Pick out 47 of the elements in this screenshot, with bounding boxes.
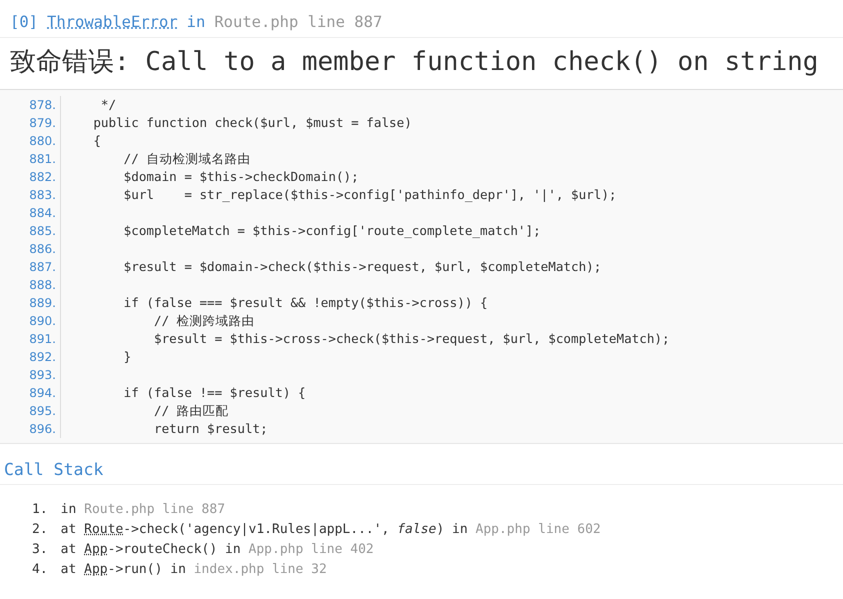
code-line: return $result; bbox=[152, 421, 268, 436]
stack-item-number: 3. bbox=[32, 541, 48, 559]
code-line: // 自动检测域名路由 bbox=[122, 151, 250, 166]
call-stack-title: Call Stack bbox=[0, 444, 843, 485]
line-number: 885. bbox=[28, 223, 56, 240]
stack-frame: at App->run() in index.php line 32 bbox=[60, 560, 327, 580]
code-line: */ bbox=[100, 97, 116, 112]
line-number: 891. bbox=[28, 331, 56, 348]
line-number: 883. bbox=[28, 187, 56, 204]
stack-frame: at Route->check('agency|v1.Rules|appL...', false) in App.php line 602 bbox=[60, 520, 601, 540]
line-number: 882. bbox=[28, 169, 56, 186]
code-line: { bbox=[92, 133, 101, 148]
code-line: if (false === $result && !empty($this->cross)) { bbox=[122, 295, 488, 310]
code-line: // 路由匹配 bbox=[152, 403, 229, 418]
stack-item-number: 2. bbox=[32, 521, 48, 539]
code-line: } bbox=[122, 349, 132, 364]
code-line: $result = $domain->check($this->request, $url, $completeMatch); bbox=[122, 259, 602, 274]
stack-frame: in Route.php line 887 bbox=[60, 500, 226, 520]
line-number: 892. bbox=[28, 349, 56, 366]
line-number: 886. bbox=[28, 241, 56, 258]
line-number: 880. bbox=[28, 133, 56, 150]
code-line: $domain = $this->checkDomain(); bbox=[122, 169, 359, 184]
line-number: 888. bbox=[28, 277, 56, 294]
stack-frame: at App->routeCheck() in App.php line 402 bbox=[60, 540, 374, 560]
line-number: 879. bbox=[28, 115, 56, 132]
exception-class: ThrowableError bbox=[47, 13, 178, 31]
line-number: 887. bbox=[28, 259, 56, 276]
stack-item-number: 4. bbox=[32, 561, 48, 579]
line-number: 894. bbox=[28, 385, 56, 402]
line-number: 878. bbox=[28, 97, 56, 114]
line-number: 896. bbox=[28, 421, 56, 438]
line-number: 895. bbox=[28, 403, 56, 420]
line-number: 884. bbox=[28, 205, 56, 222]
code-line: public function check($url, $must = false) bbox=[92, 115, 412, 130]
exception-index: [0] bbox=[10, 13, 38, 31]
code-line: // 检测跨域路由 bbox=[152, 313, 255, 328]
line-number: 893. bbox=[28, 367, 56, 384]
code-line: $result = $this->cross->check($this->request, $url, $completeMatch); bbox=[152, 331, 670, 346]
line-number: 889. bbox=[28, 295, 56, 312]
exception-connector: in bbox=[186, 13, 206, 31]
line-number: 890. bbox=[28, 313, 56, 330]
stack-item-number: 1. bbox=[32, 501, 48, 519]
code-line: if (false !== $result) { bbox=[122, 385, 306, 400]
code-line: $url = str_replace($this->config['pathinfo_depr'], '|', $url); bbox=[122, 187, 616, 202]
line-number: 881. bbox=[28, 151, 56, 168]
code-line: $completeMatch = $this->config['route_complete_match']; bbox=[122, 223, 541, 238]
exception-location: Route.php line 887 bbox=[214, 13, 382, 31]
